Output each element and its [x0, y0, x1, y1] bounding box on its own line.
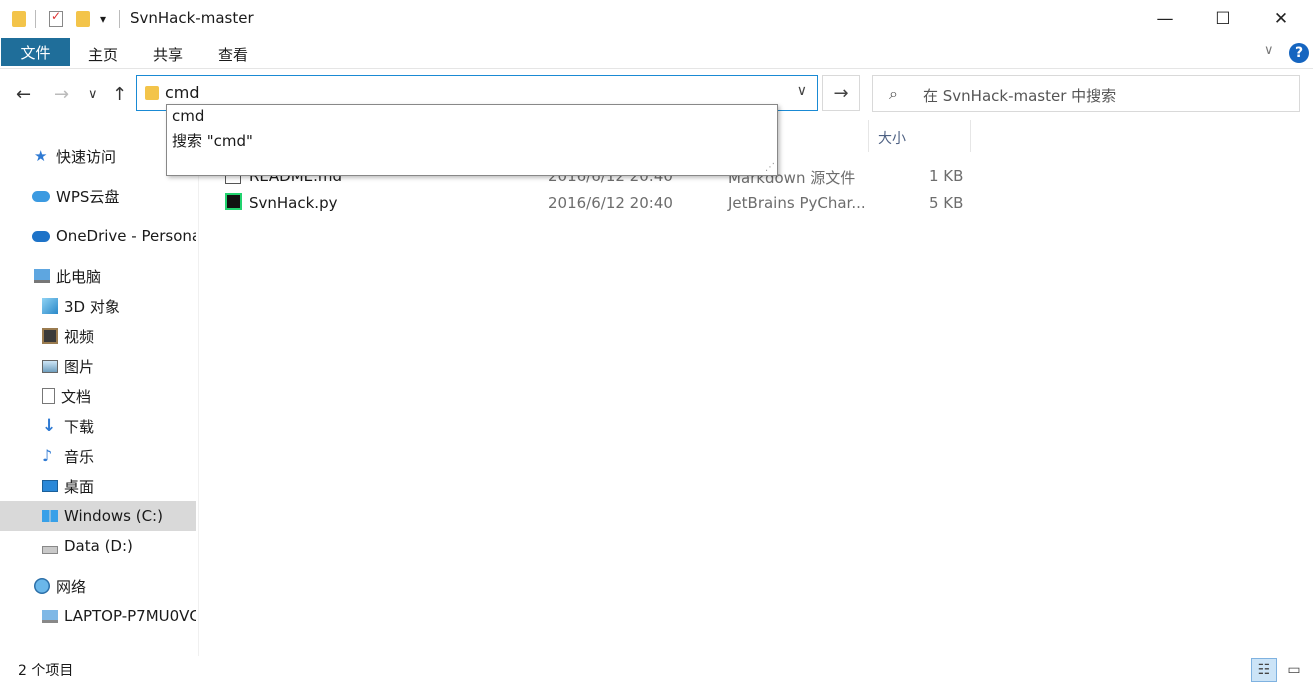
file-size: 5 KB [929, 194, 964, 212]
separator [119, 10, 120, 28]
maximize-button[interactable]: ☐ [1194, 0, 1252, 38]
go-button[interactable]: → [822, 75, 860, 111]
folder-icon [145, 86, 159, 100]
search-icon: ⌕ [889, 84, 898, 103]
minimize-button[interactable]: — [1136, 0, 1194, 38]
expand-ribbon-button[interactable]: ∨ [1264, 43, 1274, 58]
close-button[interactable]: ✕ [1252, 0, 1310, 38]
forward-button[interactable]: → [54, 84, 69, 105]
file-row[interactable]: SvnHack.py 2016/6/12 20:40 JetBrains PyC… [225, 190, 985, 216]
sidebar-item-desktop[interactable]: 桌面 [0, 471, 196, 501]
file-modified: 2016/6/12 20:40 [548, 194, 673, 212]
sidebar-item-label: 网络 [56, 577, 87, 596]
sidebar-item-label: 视频 [64, 327, 95, 346]
music-icon: ♪ [42, 446, 53, 465]
drive-icon [42, 546, 58, 554]
sidebar-item-laptop[interactable]: LAPTOP-P7MU0VC [0, 601, 196, 631]
document-icon [42, 388, 55, 404]
tab-view[interactable]: 查看 [218, 44, 248, 65]
tab-share[interactable]: 共享 [153, 44, 183, 65]
sidebar-item-label: WPS云盘 [56, 187, 120, 206]
properties-icon[interactable]: ✓ [49, 9, 63, 27]
picture-icon [42, 359, 58, 373]
recent-locations-button[interactable]: ∨ [88, 87, 98, 102]
sidebar-item-data-d[interactable]: Data (D:) [0, 531, 196, 561]
sidebar-item-videos[interactable]: 视频 [0, 321, 196, 351]
resize-grip-icon[interactable]: ⋰ [765, 162, 775, 173]
thumbnail-view-button[interactable]: ▭ [1281, 658, 1307, 682]
tab-home[interactable]: 主页 [88, 44, 118, 65]
sidebar-item-wps-cloud[interactable]: WPS云盘 [0, 181, 196, 211]
quick-access-dropdown[interactable]: ▾ [100, 12, 106, 26]
sidebar-item-pictures[interactable]: 图片 [0, 351, 196, 381]
sidebar-item-label: OneDrive - Personal [56, 227, 196, 245]
sidebar-item-3d-objects[interactable]: 3D 对象 [0, 291, 196, 321]
sidebar-item-label: 此电脑 [56, 267, 102, 286]
help-button[interactable]: ? [1289, 43, 1309, 63]
file-size: 1 KB [929, 167, 964, 185]
sidebar-item-documents[interactable]: 文档 [0, 381, 196, 411]
sidebar-item-label: 桌面 [64, 477, 95, 496]
up-button[interactable]: ↑ [112, 84, 127, 105]
windows-drive-icon [42, 510, 58, 522]
pycharm-file-icon [225, 193, 242, 210]
sidebar-item-downloads[interactable]: ↓ 下载 [0, 411, 196, 441]
sidebar-item-label: 快速访问 [56, 147, 117, 166]
separator [35, 10, 36, 28]
address-autocomplete-list: cmd 搜索 "cmd" ⋰ [166, 104, 778, 176]
address-dropdown-button[interactable]: ∨ [797, 83, 807, 99]
network-icon [34, 578, 50, 594]
sidebar-item-onedrive[interactable]: OneDrive - Personal [0, 221, 196, 251]
sidebar-item-label: 文档 [61, 387, 92, 406]
sidebar-item-label: Windows (C:) [64, 507, 163, 525]
star-icon: ★ [34, 147, 48, 165]
autocomplete-item[interactable]: 搜索 "cmd" [172, 130, 253, 151]
new-folder-icon[interactable] [76, 11, 90, 27]
details-view-button[interactable]: ☷ [1251, 658, 1277, 682]
computer-icon [34, 269, 50, 283]
search-input[interactable]: 在 SvnHack-master 中搜索 [923, 85, 1116, 106]
sidebar-item-label: LAPTOP-P7MU0VC [64, 607, 196, 625]
divider [0, 68, 1313, 69]
sidebar-item-windows-c[interactable]: Windows (C:) [0, 501, 196, 531]
laptop-icon [42, 609, 58, 623]
column-header-size[interactable]: 大小 [878, 128, 906, 148]
back-button[interactable]: ← [16, 84, 31, 105]
autocomplete-item[interactable]: cmd [172, 107, 204, 125]
status-item-count: 2 个项目 [18, 663, 74, 679]
file-type: JetBrains PyChar... [728, 194, 866, 212]
address-input[interactable]: cmd [165, 83, 200, 102]
sidebar-item-music[interactable]: ♪ 音乐 [0, 441, 196, 471]
sidebar-item-label: 图片 [64, 357, 95, 376]
search-box[interactable]: ⌕ 在 SvnHack-master 中搜索 [872, 75, 1300, 112]
folder-icon [12, 11, 26, 27]
sidebar-item-label: 音乐 [64, 447, 95, 466]
window-title: SvnHack-master [130, 9, 254, 27]
onedrive-icon [32, 230, 50, 242]
sidebar-item-label: 下载 [64, 417, 95, 436]
sidebar-item-this-pc[interactable]: 此电脑 [0, 261, 196, 291]
sidebar-divider [198, 120, 199, 656]
video-icon [42, 328, 58, 344]
column-separator [868, 120, 869, 152]
desktop-icon [42, 480, 58, 492]
file-name: SvnHack.py [249, 194, 338, 212]
cube-icon [42, 298, 58, 314]
title-bar: ✓ ▾ SvnHack-master — ☐ ✕ [0, 0, 1313, 38]
column-separator [970, 120, 971, 152]
download-icon: ↓ [42, 416, 57, 436]
cloud-icon [32, 190, 50, 202]
tab-file[interactable]: 文件 [1, 38, 70, 66]
sidebar-item-label: 3D 对象 [64, 297, 120, 316]
sidebar-item-network[interactable]: 网络 [0, 571, 196, 601]
sidebar-item-label: Data (D:) [64, 537, 133, 555]
